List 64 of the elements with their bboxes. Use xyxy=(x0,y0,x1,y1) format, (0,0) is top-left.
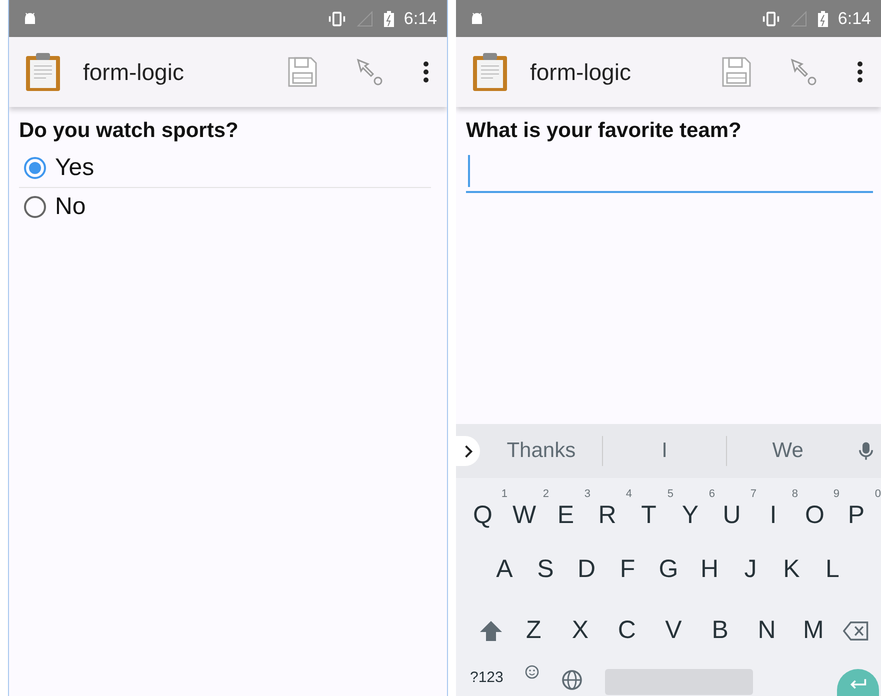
backspace-icon[interactable] xyxy=(843,620,869,642)
shift-icon[interactable] xyxy=(478,620,504,642)
keyboard-key[interactable]: V xyxy=(656,616,690,645)
keyboard-key[interactable]: C xyxy=(610,616,644,645)
signal-icon xyxy=(356,10,374,26)
android-icon xyxy=(470,12,484,24)
clock-time: 6:14 xyxy=(404,8,437,28)
expand-button[interactable] xyxy=(456,436,480,466)
suggestion[interactable]: I xyxy=(603,439,726,463)
save-icon[interactable] xyxy=(721,56,751,88)
app-title: form-logic xyxy=(530,58,631,86)
keyboard-key[interactable]: T 5 xyxy=(632,488,674,530)
keyboard-key[interactable]: W 2 xyxy=(508,488,549,530)
clock-time: 6:14 xyxy=(838,8,871,28)
question-label: Do you watch sports? xyxy=(19,119,240,143)
radio-button[interactable] xyxy=(23,195,47,219)
microphone-icon[interactable] xyxy=(858,441,873,461)
radio-option[interactable]: Yes xyxy=(19,149,431,188)
menu-icon[interactable] xyxy=(423,61,429,83)
question-label: What is your favorite team? xyxy=(466,119,742,143)
keyboard-key[interactable]: E 3 xyxy=(549,488,590,530)
clipboard-icon xyxy=(472,52,508,92)
emoji-icon[interactable] xyxy=(525,665,540,679)
keyboard-key[interactable]: M xyxy=(796,616,830,645)
keyboard-key[interactable]: L xyxy=(816,555,850,584)
keyboard-key[interactable]: J xyxy=(734,555,768,584)
keyboard-key[interactable]: S xyxy=(528,555,562,584)
globe-icon[interactable] xyxy=(561,669,584,691)
symbols-key[interactable]: ?123 xyxy=(470,669,504,686)
save-icon[interactable] xyxy=(287,56,317,88)
keyboard-key[interactable]: P 0 xyxy=(840,488,881,530)
signal-icon xyxy=(790,10,808,26)
keyboard-key[interactable]: O 9 xyxy=(798,488,840,530)
arrow-icon[interactable] xyxy=(789,56,819,88)
suggestion[interactable]: Thanks xyxy=(480,439,602,463)
arrow-icon[interactable] xyxy=(355,56,385,88)
keyboard-key[interactable]: I 8 xyxy=(756,488,798,530)
keyboard-key[interactable]: K xyxy=(774,555,808,584)
keyboard-key[interactable]: Q 1 xyxy=(466,488,508,530)
keyboard-key[interactable]: X xyxy=(563,616,598,645)
keyboard-key[interactable]: Y 6 xyxy=(674,488,715,530)
enter-icon xyxy=(849,678,867,690)
keyboard-key[interactable]: A xyxy=(488,555,522,584)
vibrate-icon xyxy=(762,10,780,26)
suggestion[interactable]: We xyxy=(726,439,849,463)
battery-icon xyxy=(384,10,394,26)
keyboard-key[interactable]: N xyxy=(750,616,784,645)
menu-icon[interactable] xyxy=(857,61,863,83)
chevron-icon xyxy=(464,444,472,458)
android-icon xyxy=(23,12,37,24)
keyboard-key[interactable]: D xyxy=(570,555,604,584)
app-title: form-logic xyxy=(83,58,184,86)
keyboard-key[interactable]: B xyxy=(703,616,738,645)
radio-option[interactable]: No xyxy=(19,188,431,226)
keyboard-key[interactable]: R 4 xyxy=(590,488,632,530)
keyboard-key[interactable]: H xyxy=(692,555,726,584)
keyboard-key[interactable]: U 7 xyxy=(715,488,756,530)
vibrate-icon xyxy=(328,10,346,26)
battery-icon xyxy=(818,10,828,26)
keyboard-key[interactable]: G xyxy=(652,555,686,584)
clipboard-icon xyxy=(25,52,61,92)
keyboard-key[interactable]: Z xyxy=(516,616,551,645)
radio-button[interactable] xyxy=(23,156,47,180)
keyboard-key[interactable]: F xyxy=(610,555,644,584)
